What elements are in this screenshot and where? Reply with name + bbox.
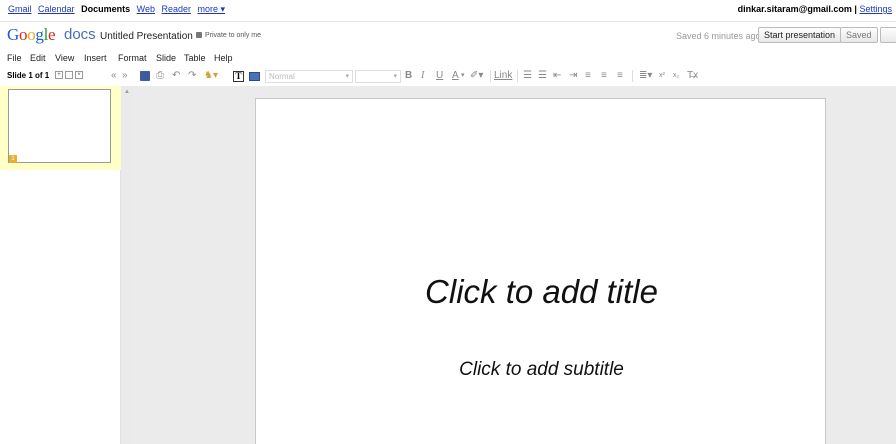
font-size-select[interactable]: ▾ — [355, 70, 401, 83]
nav-calendar[interactable]: Calendar — [38, 4, 75, 14]
slide-title-placeholder[interactable]: Click to add title — [256, 273, 827, 311]
docs-wordmark: docs — [64, 26, 96, 43]
save-status: Saved 6 minutes ago — [676, 31, 761, 41]
slide-editor[interactable]: Click to add title Click to add subtitle — [255, 98, 826, 444]
link-button[interactable]: Link — [494, 69, 512, 82]
menu-slide[interactable]: Slide — [156, 53, 176, 63]
saved-button[interactable]: Saved — [840, 27, 878, 43]
menu-table[interactable]: Table — [184, 53, 206, 63]
bulleted-list-icon[interactable]: ☰ — [538, 69, 547, 82]
share-button[interactable] — [880, 27, 896, 43]
chevron-down-icon[interactable]: ▾ — [461, 69, 465, 82]
nav-more[interactable]: more ▾ — [198, 4, 226, 14]
privacy-label: Private to only me — [205, 32, 262, 39]
insert-image-icon[interactable] — [249, 72, 260, 81]
account-separator: | — [854, 4, 857, 14]
account-area: dinkar.sitaram@gmail.com | Settings — [738, 4, 892, 14]
privacy-status[interactable]: Private to only me — [196, 32, 261, 39]
menu-format[interactable]: Format — [118, 53, 147, 63]
align-right-icon[interactable]: ≡ — [617, 69, 623, 82]
slide-subtitle-placeholder[interactable]: Click to add subtitle — [256, 359, 827, 381]
nav-reader[interactable]: Reader — [161, 4, 191, 14]
clear-formatting-button[interactable]: T̶x — [687, 69, 698, 82]
new-slide-icon[interactable]: + — [55, 71, 63, 79]
menu-help[interactable]: Help — [214, 53, 233, 63]
font-style-value: Normal — [269, 72, 295, 81]
logo-letter: g — [35, 25, 44, 44]
redo-icon[interactable]: ↷ — [188, 69, 196, 82]
numbered-list-icon[interactable]: ☰ — [523, 69, 532, 82]
nav-documents[interactable]: Documents — [81, 4, 130, 14]
slide-filmstrip: 1 — [0, 86, 121, 444]
shapes-icon[interactable]: ♞▾ — [204, 69, 218, 82]
slide-thumbnail-selected[interactable]: 1 — [0, 86, 121, 170]
menu-insert[interactable]: Insert — [84, 53, 107, 63]
toolbar: Slide 1 of 1 + × « » ⎙ ↶ ↷ ♞▾ T Normal ▾ … — [0, 66, 896, 86]
toolbar-divider — [632, 70, 633, 82]
bold-button[interactable]: B — [405, 69, 412, 82]
align-center-icon[interactable]: ≡ — [601, 69, 607, 82]
menu-view[interactable]: View — [55, 53, 74, 63]
slide-counter: Slide 1 of 1 — [7, 71, 50, 80]
font-style-select[interactable]: Normal ▾ — [265, 70, 353, 83]
duplicate-slide-icon[interactable] — [65, 71, 73, 79]
toolbar-divider — [490, 70, 491, 82]
italic-button[interactable]: I — [421, 69, 424, 82]
underline-button[interactable]: U — [436, 69, 443, 82]
text-color-button[interactable]: A — [452, 69, 459, 82]
increase-indent-icon[interactable]: ⇥ — [569, 69, 577, 82]
logo-letter: o — [18, 25, 28, 44]
lock-icon — [196, 32, 202, 38]
menu-bar: File Edit View Insert Format Slide Table… — [0, 50, 896, 66]
delete-slide-icon[interactable]: × — [75, 71, 83, 79]
start-presentation-button[interactable]: Start presentation — [758, 27, 842, 43]
superscript-icon[interactable]: x² — [659, 69, 665, 82]
nav-web[interactable]: Web — [137, 4, 155, 14]
text-box-icon[interactable]: T — [233, 71, 244, 82]
chevron-down-icon: ▾ — [393, 73, 397, 80]
google-logo[interactable]: Google — [7, 25, 56, 45]
decrease-indent-icon[interactable]: ⇤ — [553, 69, 561, 82]
print-icon[interactable]: ⎙ — [156, 69, 164, 82]
menu-edit[interactable]: Edit — [30, 53, 46, 63]
filmstrip-scrollbar[interactable] — [121, 86, 133, 444]
subscript-icon[interactable]: x₂ — [673, 69, 679, 82]
line-spacing-icon[interactable]: ≣▾ — [639, 69, 652, 82]
document-title[interactable]: Untitled Presentation — [100, 31, 193, 42]
collapse-left-icon[interactable]: « — [111, 69, 117, 82]
slide-thumbnail[interactable] — [8, 89, 111, 163]
expand-right-icon[interactable]: » — [122, 69, 128, 82]
settings-link[interactable]: Settings — [859, 4, 892, 14]
google-bar: Gmail Calendar Documents Web Reader more… — [0, 0, 896, 22]
toolbar-divider — [517, 70, 518, 82]
align-left-icon[interactable]: ≡ — [585, 69, 591, 82]
menu-file[interactable]: File — [7, 53, 22, 63]
chevron-down-icon: ▾ — [345, 73, 349, 80]
account-email: dinkar.sitaram@gmail.com — [737, 4, 852, 14]
highlight-icon[interactable]: ✐▾ — [470, 69, 483, 82]
scroll-up-arrow-icon[interactable]: ▲ — [123, 88, 131, 96]
save-icon[interactable] — [140, 71, 150, 81]
logo-letter: e — [48, 25, 56, 44]
nav-gmail[interactable]: Gmail — [8, 4, 32, 14]
doc-header: Google docs Untitled Presentation Privat… — [0, 22, 896, 48]
slide-number-badge: 1 — [9, 155, 17, 163]
logo-letter: G — [7, 25, 19, 44]
undo-icon[interactable]: ↶ — [172, 69, 180, 82]
google-nav: Gmail Calendar Documents Web Reader more… — [8, 4, 229, 15]
